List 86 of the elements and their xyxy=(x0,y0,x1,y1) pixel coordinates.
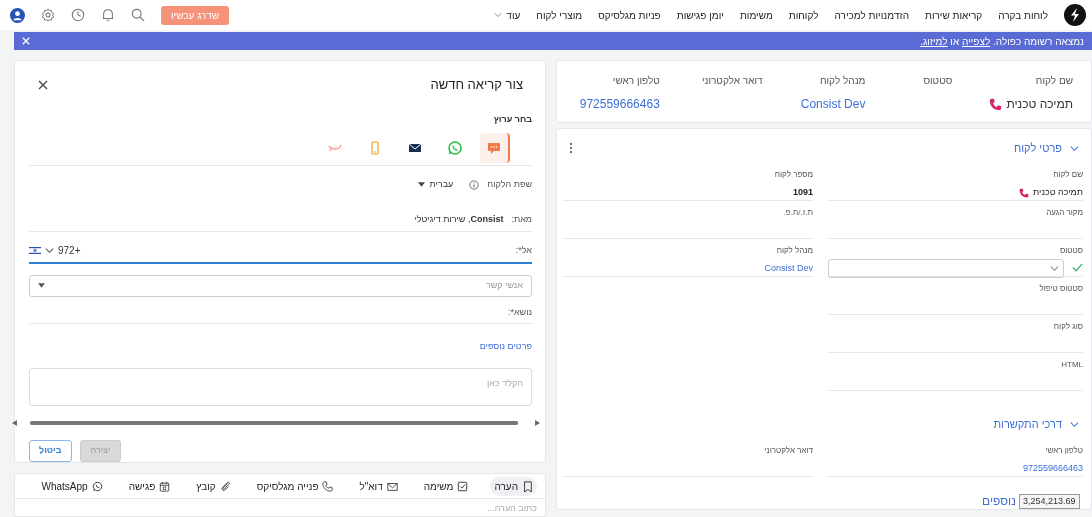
horizontal-scrollbar[interactable] xyxy=(12,418,540,428)
value-link[interactable]: Consist Dev xyxy=(764,263,813,273)
activity-tab[interactable]: דוא"ל xyxy=(355,476,402,496)
field-label: דואר אלקטרוני xyxy=(763,445,813,457)
caret-icon xyxy=(1050,264,1059,273)
clock-icon[interactable] xyxy=(71,8,85,22)
checkbox-icon xyxy=(457,480,469,492)
field-label: נושא*: xyxy=(507,306,532,317)
field-label: מקור הגעה xyxy=(1045,207,1083,219)
field-label: שם לקוח xyxy=(1052,169,1083,181)
search-icon[interactable] xyxy=(131,8,145,22)
phone-icon xyxy=(989,97,1003,111)
field-value: 1091 xyxy=(792,187,813,197)
language-dropdown[interactable]: עברית xyxy=(418,178,454,192)
activity-tab[interactable]: הערה xyxy=(490,476,537,496)
nav-link[interactable]: מוצרי לקוח xyxy=(536,7,583,23)
caret-icon xyxy=(418,182,426,188)
channel-label: בחר ערוץ xyxy=(492,112,532,126)
field-label: דואר אלקטרוני xyxy=(700,74,763,88)
whatsapp-icon xyxy=(447,139,463,156)
placeholder-text: אנשי קשר xyxy=(485,278,523,292)
subject-field[interactable]: נושא*: xyxy=(29,303,532,324)
phone-prefix: +972 xyxy=(58,244,81,258)
phone-icon xyxy=(322,480,334,492)
field-value: תמיכה טכנית xyxy=(1006,96,1073,113)
activity-tab[interactable]: פנייה מגלסיקס xyxy=(252,476,338,496)
nav-link[interactable]: משימות xyxy=(739,7,773,23)
envelope-icon xyxy=(386,480,398,492)
value-link[interactable]: 972559666463 xyxy=(579,97,660,111)
more-link[interactable]: נוספים xyxy=(982,494,1016,508)
bookmark-icon xyxy=(522,480,533,492)
nav-link[interactable]: לקוחות xyxy=(788,7,819,23)
section-title[interactable]: פרטי לקוח xyxy=(1014,139,1062,157)
field-label: שפת הלקוח xyxy=(487,178,532,191)
caret-icon xyxy=(45,246,54,255)
view-link[interactable]: לצפייה xyxy=(962,35,991,47)
kebab-menu-icon[interactable] xyxy=(569,142,573,154)
field-label: מנהל לקוח xyxy=(818,74,866,88)
activity-tab[interactable]: קובץ xyxy=(192,476,235,496)
logo-icon[interactable] xyxy=(1064,4,1086,26)
phone-icon xyxy=(1019,187,1030,198)
panel-title: צור קריאה חדשה xyxy=(430,76,523,94)
nav-link[interactable]: הזדמנויות למכירה xyxy=(834,7,909,23)
settings-icon[interactable] xyxy=(41,8,55,22)
activity-tab[interactable]: פגישה xyxy=(124,476,175,496)
field-label: שם לקוח xyxy=(1034,74,1073,88)
close-icon[interactable] xyxy=(38,79,48,90)
cancel-button[interactable]: ביטול xyxy=(29,440,72,462)
more-menu[interactable]: עוד xyxy=(494,7,521,23)
banner-text: נמצאה רשומה כפולה. לצפייה או למיזוג. xyxy=(920,34,1084,49)
merge-link[interactable]: למיזוג. xyxy=(920,35,948,47)
bell-icon[interactable] xyxy=(101,8,115,22)
field-label: סטטוס טיפול xyxy=(1038,283,1083,295)
value-link[interactable]: Consist Dev xyxy=(800,97,866,111)
user-icon[interactable] xyxy=(10,7,25,23)
nav-link[interactable]: יומן פגישות xyxy=(676,7,724,23)
field-label: סטטוס xyxy=(1059,245,1083,257)
whatsapp-icon xyxy=(91,480,103,492)
field-label: HTML xyxy=(1060,359,1083,371)
more-details-link[interactable]: פרטים נוספים xyxy=(479,339,532,353)
nav-link[interactable]: פניות מגלסיקס xyxy=(598,7,661,23)
caret-icon xyxy=(38,283,45,288)
field-label: סוג לקוח xyxy=(1052,321,1083,333)
nav-link[interactable]: קריאות שירות xyxy=(925,7,983,23)
activity-tab[interactable]: WhatsApp xyxy=(37,476,107,496)
field-label: אל*: xyxy=(515,243,532,257)
field-label: מנהל לקוח xyxy=(775,245,813,257)
value-link[interactable]: 972559666463 xyxy=(1022,463,1083,473)
field-label: מאת: xyxy=(511,213,532,227)
field-label: סטטוס xyxy=(922,74,953,88)
field-label: טלפון ראשי xyxy=(611,74,660,88)
calendar-icon xyxy=(159,480,171,492)
message-input[interactable]: הקלד כאן xyxy=(29,368,532,406)
caret-icon xyxy=(494,11,503,19)
note-input[interactable]: כתוב הערה... xyxy=(14,499,546,517)
flag-icon xyxy=(29,246,41,255)
info-icon xyxy=(469,179,480,190)
paperclip-icon xyxy=(219,480,231,492)
field-value: תמיכה טכנית xyxy=(1033,186,1083,199)
field-label: טלפון ראשי xyxy=(1044,445,1083,457)
field-label: ת.ז./ח.פ. xyxy=(782,207,813,219)
tooltip: 3,254,213.69 xyxy=(1019,493,1080,509)
activity-tab[interactable]: משימה xyxy=(419,476,473,496)
nav-link[interactable]: לוחות בקרה xyxy=(998,7,1048,23)
section-title[interactable]: דרכי התקשרות xyxy=(993,415,1062,433)
field-label: מספר לקוח xyxy=(773,169,813,181)
